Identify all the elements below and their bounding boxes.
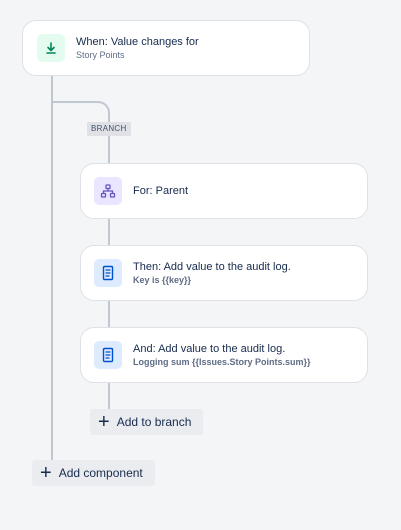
add-component-label: Add component — [58, 466, 143, 480]
field-change-icon — [37, 34, 65, 62]
action-2-subtitle: Logging sum {{Issues.Story Points.sum}} — [133, 357, 311, 367]
action-card-2[interactable]: And: Add value to the audit log. Logging… — [80, 327, 368, 383]
main-connector-line — [51, 75, 53, 473]
action-card-1[interactable]: Then: Add value to the audit log. Key is… — [80, 245, 368, 301]
plus-icon: + — [98, 411, 110, 433]
add-to-branch-label: Add to branch — [116, 415, 192, 429]
add-to-branch-button[interactable]: + Add to branch — [90, 409, 203, 435]
document-icon — [94, 341, 122, 369]
action-2-title: And: Add value to the audit log. — [133, 343, 286, 355]
trigger-title: When: Value changes for — [76, 36, 199, 48]
document-icon — [94, 259, 122, 287]
trigger-card[interactable]: When: Value changes for Story Points — [22, 20, 310, 76]
branch-tag: BRANCH — [87, 122, 131, 136]
hierarchy-icon — [94, 177, 122, 205]
trigger-subtitle: Story Points — [76, 50, 125, 60]
action-1-subtitle: Key is {{key}} — [133, 275, 192, 285]
branch-connector-curve — [53, 101, 110, 123]
condition-title: For: Parent — [133, 185, 189, 197]
branch-condition-card[interactable]: For: Parent — [80, 163, 368, 219]
plus-icon: + — [40, 462, 52, 484]
action-1-title: Then: Add value to the audit log. — [133, 261, 291, 273]
add-component-button[interactable]: + Add component — [32, 460, 155, 486]
